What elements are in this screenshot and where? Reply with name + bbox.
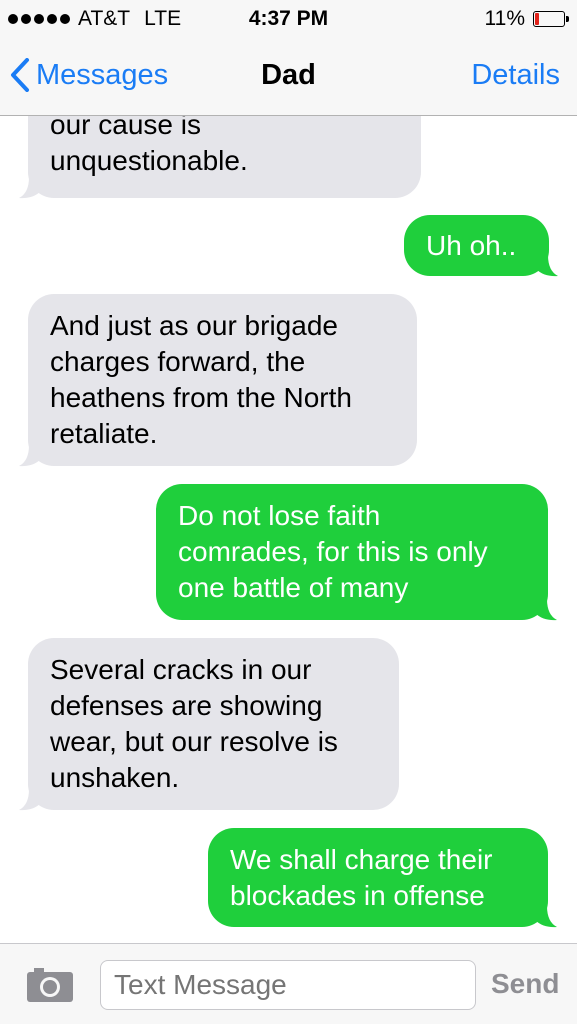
chevron-left-icon <box>11 58 29 92</box>
bubble-tail <box>535 906 557 928</box>
received-message[interactable]: our cause is unquestionable. <box>28 116 421 198</box>
message-thread[interactable]: our cause is unquestionable. Uh oh.. And ju… <box>0 116 577 943</box>
message-text-line: Uh oh.. <box>426 230 517 261</box>
message-text-line: retaliate. <box>50 418 158 449</box>
message-text-line: And just as our brigade <box>50 310 338 341</box>
message-composer: Send <box>0 943 577 1024</box>
camera-button[interactable] <box>26 967 74 1008</box>
battery-icon <box>533 11 569 27</box>
sent-message[interactable]: Do not lose faith comrades, for this is o… <box>156 484 548 620</box>
status-right: 11% <box>484 7 569 31</box>
message-text-line: Several cracks in our <box>50 654 312 685</box>
message-text-line: We shall charge their <box>230 844 493 875</box>
message-text-line: blockades in offense <box>230 880 485 911</box>
bubble-tail <box>19 445 41 467</box>
navigation-bar: Messages Dad Details <box>0 38 577 116</box>
back-label: Messages <box>36 58 169 91</box>
received-message[interactable]: Several cracks in our defenses are showin… <box>28 638 399 810</box>
sent-message[interactable]: We shall charge their blockades in offens… <box>208 828 548 927</box>
message-text-line: unquestionable. <box>50 145 248 176</box>
received-message[interactable]: And just as our brigade charges forward, … <box>28 294 417 466</box>
message-text-line: Do not lose faith <box>178 500 381 531</box>
battery-percent: 11% <box>484 7 525 30</box>
message-text-line: comrades, for this is only <box>178 536 488 567</box>
bubble-tail <box>19 177 41 199</box>
message-text-line: one battle of many <box>178 572 409 603</box>
message-text-line: defenses are showing <box>50 690 323 721</box>
sent-message[interactable]: Uh oh.. <box>404 215 549 276</box>
bubble-tail <box>536 255 558 277</box>
bubble-tail <box>535 599 557 621</box>
message-text-line: charges forward, the <box>50 346 306 377</box>
message-text-line: our cause is <box>50 116 201 140</box>
camera-icon <box>27 968 73 1002</box>
back-button[interactable]: Messages <box>10 58 168 92</box>
message-text-line: unshaken. <box>50 762 180 793</box>
send-button[interactable]: Send <box>491 968 559 1000</box>
message-text-line: heathens from the North <box>50 382 352 413</box>
message-input[interactable] <box>100 960 476 1010</box>
message-text-line: wear, but our resolve is <box>50 726 338 757</box>
status-bar: AT&T LTE 4:37 PM 11% <box>0 0 577 38</box>
bubble-tail <box>19 789 41 811</box>
details-button[interactable]: Details <box>471 59 560 92</box>
